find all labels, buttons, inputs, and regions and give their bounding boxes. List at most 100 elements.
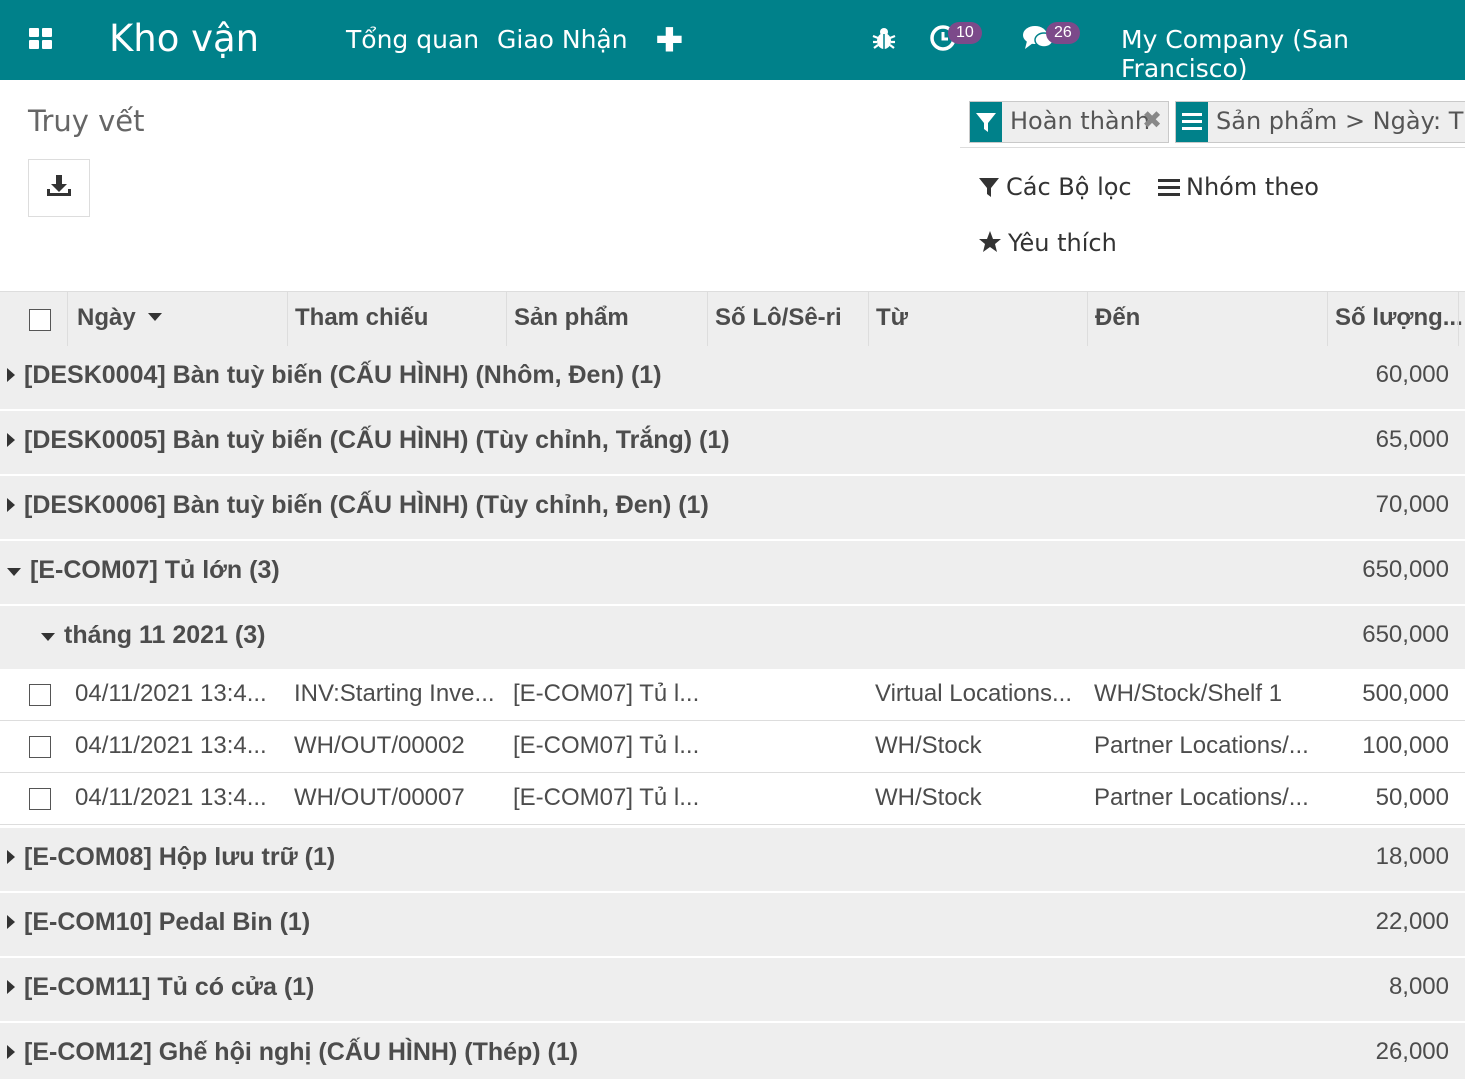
group-total: 650,000 (1362, 556, 1449, 583)
filters-label: Các Bộ lọc (1006, 173, 1132, 201)
subgroup-row-expanded[interactable]: tháng 11 2021 (3) 650,000 (0, 606, 1465, 671)
table-row[interactable]: 04/11/2021 13:4... WH/OUT/00002 [E-COM07… (0, 721, 1465, 773)
column-from[interactable]: Từ (876, 304, 908, 332)
group-total: 65,000 (1375, 426, 1449, 453)
apps-menu-icon[interactable] (29, 28, 53, 50)
group-row[interactable]: [DESK0004] Bàn tuỳ biến (CẤU HÌNH) (Nhôm… (0, 346, 1465, 411)
caret-right-icon (7, 498, 15, 512)
cell-product: [E-COM07] Tủ l... (513, 784, 700, 811)
filter-facet-label: Hoàn thành (1010, 107, 1151, 135)
cell-to: Partner Locations/... (1094, 732, 1309, 759)
column-reference[interactable]: Tham chiếu (295, 304, 428, 332)
group-total: 22,000 (1375, 908, 1449, 935)
plus-menu-icon[interactable]: ✚ (656, 21, 683, 59)
table-row[interactable]: 04/11/2021 13:4... WH/OUT/00007 [E-COM07… (0, 773, 1465, 825)
row-checkbox[interactable] (29, 736, 51, 758)
column-quantity[interactable]: Số lượng... (1335, 304, 1463, 332)
menu-overview[interactable]: Tổng quan (346, 25, 479, 54)
groupby-dropdown[interactable]: Nhóm theo (1158, 173, 1319, 201)
messages-count-badge: 26 (1046, 22, 1080, 44)
groupby-label: Nhóm theo (1186, 173, 1319, 201)
cell-quantity: 500,000 (1362, 680, 1449, 707)
caret-right-icon (7, 980, 15, 994)
cell-date: 04/11/2021 13:4... (75, 732, 267, 759)
cell-reference: INV:Starting Inve... (294, 680, 495, 707)
group-row[interactable]: [E-COM12] Ghế hội nghị (CẤU HÌNH) (Thép)… (0, 1023, 1465, 1081)
page-title: Truy vết (28, 104, 145, 138)
group-total: 70,000 (1375, 491, 1449, 518)
caret-right-icon (7, 850, 15, 864)
remove-facet-icon[interactable]: ✖ (1142, 106, 1162, 134)
cell-reference: WH/OUT/00007 (294, 784, 465, 811)
star-icon (979, 231, 1001, 252)
caret-right-icon (7, 1045, 15, 1059)
row-checkbox[interactable] (29, 684, 51, 706)
filter-icon (979, 178, 999, 197)
download-button[interactable] (28, 159, 90, 217)
groupby-facet[interactable]: Sản phẩm > Ngày: Thán (1175, 101, 1465, 143)
caret-down-icon (41, 633, 55, 641)
top-navbar: Kho vận Tổng quan Giao Nhận ✚ 10 26 My C… (0, 0, 1465, 83)
table-row[interactable]: 04/11/2021 13:4... INV:Starting Inve... … (0, 669, 1465, 721)
group-row[interactable]: [E-COM10] Pedal Bin (1) 22,000 (0, 893, 1465, 958)
group-row-expanded[interactable]: [E-COM07] Tủ lớn (3) 650,000 (0, 541, 1465, 606)
group-total: 26,000 (1375, 1038, 1449, 1065)
subgroup-label: tháng 11 2021 (3) (64, 621, 266, 649)
groupby-facet-label: Sản phẩm > Ngày: Thán (1216, 107, 1465, 135)
cell-from: Virtual Locations... (875, 680, 1073, 707)
subgroup-total: 650,000 (1362, 621, 1449, 648)
column-date[interactable]: Ngày (77, 304, 163, 332)
activity-count-badge: 10 (948, 22, 982, 44)
cell-product: [E-COM07] Tủ l... (513, 680, 700, 707)
caret-down-icon (7, 568, 21, 576)
column-to[interactable]: Đến (1095, 304, 1140, 332)
group-label: [DESK0005] Bàn tuỳ biến (CẤU HÌNH) (Tùy … (24, 426, 730, 454)
company-switcher[interactable]: My Company (San Francisco) (1121, 25, 1465, 83)
caret-right-icon (7, 433, 15, 447)
sort-caret-icon (148, 313, 163, 321)
group-row[interactable]: [DESK0006] Bàn tuỳ biến (CẤU HÌNH) (Tùy … (0, 476, 1465, 541)
filters-dropdown[interactable]: Các Bộ lọc (978, 173, 1132, 201)
cell-reference: WH/OUT/00002 (294, 732, 465, 759)
cell-quantity: 100,000 (1362, 732, 1449, 759)
cell-from: WH/Stock (875, 784, 982, 811)
group-label: [E-COM10] Pedal Bin (1) (24, 908, 311, 936)
cell-from: WH/Stock (875, 732, 982, 759)
group-label: [DESK0004] Bàn tuỳ biến (CẤU HÌNH) (Nhôm… (24, 361, 662, 389)
select-all-checkbox[interactable] (29, 309, 51, 331)
group-total: 8,000 (1388, 973, 1449, 1000)
menu-operations[interactable]: Giao Nhận (497, 25, 628, 54)
group-row[interactable]: [E-COM11] Tủ có cửa (1) 8,000 (0, 958, 1465, 1023)
cell-date: 04/11/2021 13:4... (75, 784, 267, 811)
filter-icon (970, 102, 1002, 142)
group-total: 18,000 (1375, 843, 1449, 870)
app-title[interactable]: Kho vận (109, 17, 259, 60)
group-label: [DESK0006] Bàn tuỳ biến (CẤU HÌNH) (Tùy … (24, 491, 709, 519)
column-lot-serial[interactable]: Số Lô/Sê-ri (715, 304, 842, 332)
caret-right-icon (7, 368, 15, 382)
favorites-dropdown[interactable]: Yêu thích (978, 229, 1117, 257)
group-label: [E-COM07] Tủ lớn (3) (30, 556, 280, 584)
cell-product: [E-COM07] Tủ l... (513, 732, 700, 759)
group-row[interactable]: [E-COM08] Hộp lưu trữ (1) 18,000 (0, 828, 1465, 893)
group-label: [E-COM11] Tủ có cửa (1) (24, 973, 315, 1001)
row-checkbox[interactable] (29, 788, 51, 810)
group-row[interactable]: [DESK0005] Bàn tuỳ biến (CẤU HÌNH) (Tùy … (0, 411, 1465, 476)
favorites-label: Yêu thích (1008, 229, 1117, 257)
cell-to: Partner Locations/... (1094, 784, 1309, 811)
cell-quantity: 50,000 (1375, 784, 1449, 811)
column-product[interactable]: Sản phẩm (514, 304, 629, 332)
group-label: [E-COM08] Hộp lưu trữ (1) (24, 843, 336, 871)
groupby-lines-icon (1176, 102, 1208, 142)
table-header: Ngày Tham chiếu Sản phẩm Số Lô/Sê-ri Từ … (0, 291, 1465, 349)
caret-right-icon (7, 915, 15, 929)
search-input-underline[interactable] (960, 147, 1465, 148)
group-total: 60,000 (1375, 361, 1449, 388)
bug-icon[interactable] (871, 26, 897, 52)
bars-icon (1158, 179, 1180, 196)
filter-facet-done[interactable]: Hoàn thành ✖ (969, 101, 1169, 143)
download-icon (47, 175, 71, 196)
cell-date: 04/11/2021 13:4... (75, 680, 267, 707)
cell-to: WH/Stock/Shelf 1 (1094, 680, 1283, 707)
group-label: [E-COM12] Ghế hội nghị (CẤU HÌNH) (Thép)… (24, 1038, 579, 1066)
